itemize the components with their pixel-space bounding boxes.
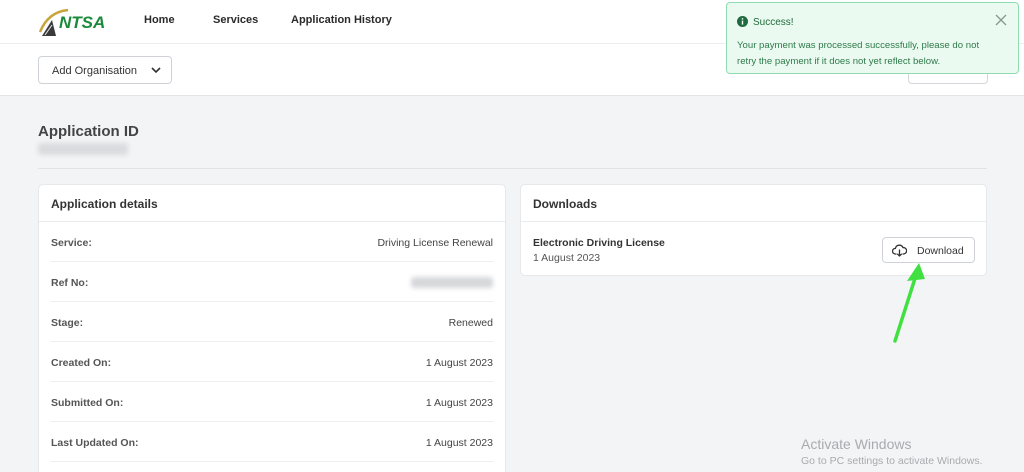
toast-message: Your payment was processed successfully,…: [737, 40, 980, 67]
detail-value-redacted: ████ ████ ██████: [411, 277, 493, 288]
detail-label: Created On:: [51, 357, 112, 369]
windows-activation-watermark: Activate Windows Go to PC settings to ac…: [801, 436, 983, 467]
detail-value: 1 August 2023: [425, 437, 493, 449]
organisation-select-value: Add Organisation: [52, 65, 137, 77]
application-id-label: Application ID: [38, 123, 139, 140]
detail-value: 1 August 2023: [425, 357, 493, 369]
detail-row-ref-no: Ref No: ████ ████ ██████: [51, 262, 493, 302]
detail-row-submitted-on: Submitted On: 1 August 2023: [51, 382, 493, 422]
ntsa-logo[interactable]: NTSA: [38, 6, 120, 38]
close-icon[interactable]: [995, 14, 1007, 26]
nav-application-history[interactable]: Application History: [291, 14, 392, 26]
application-id-value: ████ ████████: [38, 143, 128, 155]
downloads-title: Downloads: [521, 185, 986, 222]
application-details-title: Application details: [39, 185, 505, 222]
toast-title: Success!: [753, 17, 794, 28]
detail-value: Driving License Renewal: [377, 237, 493, 249]
detail-label: Last Updated On:: [51, 437, 139, 449]
application-details-card: Application details Service: Driving Lic…: [38, 184, 506, 472]
organisation-select[interactable]: Add Organisation: [38, 56, 172, 84]
detail-value: Renewed: [448, 317, 493, 329]
nav-services[interactable]: Services: [213, 14, 258, 26]
svg-text:NTSA: NTSA: [59, 13, 105, 32]
detail-label: Stage:: [51, 317, 84, 329]
annotation-arrow: [893, 263, 925, 343]
detail-row-stage: Stage: Renewed: [51, 302, 493, 342]
detail-label: Submitted On:: [51, 397, 124, 409]
watermark-subtitle: Go to PC settings to activate Windows.: [801, 455, 983, 467]
detail-row-last-updated-on: Last Updated On: 1 August 2023: [51, 422, 493, 462]
download-item-name: Electronic Driving License: [533, 237, 665, 249]
nav-home[interactable]: Home: [144, 14, 175, 26]
section-divider: [38, 168, 987, 169]
detail-row-created-on: Created On: 1 August 2023: [51, 342, 493, 382]
chevron-down-icon: [151, 67, 161, 74]
detail-label: Ref No:: [51, 277, 89, 289]
detail-label: Service:: [51, 237, 92, 249]
detail-value: 1 August 2023: [425, 397, 493, 409]
detail-row-service: Service: Driving License Renewal: [51, 222, 493, 262]
watermark-title: Activate Windows: [801, 436, 912, 452]
info-icon: [737, 16, 748, 27]
success-toast: Success! Your payment was processed succ…: [726, 2, 1019, 74]
download-item-date: 1 August 2023: [533, 252, 601, 264]
